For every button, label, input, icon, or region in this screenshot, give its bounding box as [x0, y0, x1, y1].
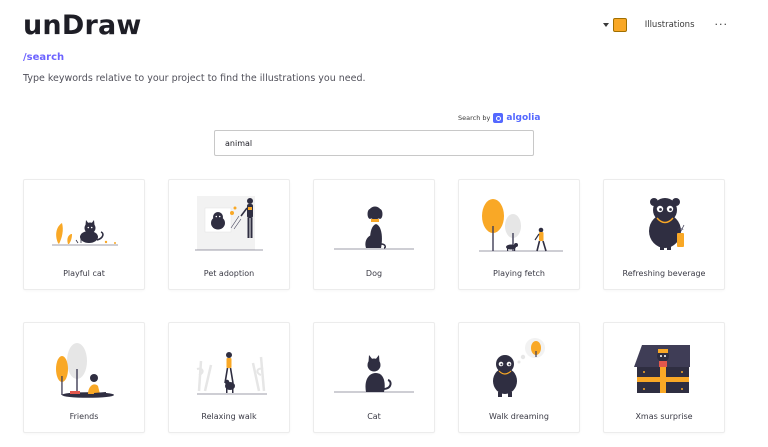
algolia-logo-icon	[493, 113, 504, 123]
friends-illustration	[56, 343, 114, 398]
refreshing-beverage-illustration	[649, 198, 685, 250]
illustration-title: Relaxing walk	[201, 412, 257, 421]
search-input[interactable]	[214, 130, 534, 156]
illustration-card[interactable]: Xmas surprise	[603, 322, 725, 433]
illustration-card[interactable]: Cat	[313, 322, 435, 433]
more-menu-icon[interactable]: ···	[715, 19, 729, 30]
breadcrumb: /search	[23, 52, 65, 63]
accent-color-swatch[interactable]	[612, 18, 627, 32]
illustration-title: Refreshing beverage	[622, 269, 706, 278]
illustration-title: Dog	[365, 269, 383, 278]
page-subtitle: Type keywords relative to your project t…	[23, 73, 366, 84]
cat-illustration	[334, 355, 414, 393]
pet-adoption-illustration	[195, 196, 263, 251]
illustration-card[interactable]: Friends	[23, 322, 145, 433]
search-by-algolia[interactable]: Search by algolia	[458, 113, 540, 123]
illustration-card[interactable]: Walk dreaming	[458, 322, 580, 433]
illustration-card[interactable]: Refreshing beverage	[603, 179, 725, 290]
walk-dreaming-illustration	[493, 338, 545, 397]
nav-illustrations-link[interactable]: Illustrations	[645, 20, 695, 30]
header-controls: Illustrations ···	[602, 18, 729, 32]
color-picker[interactable]	[602, 18, 627, 32]
illustration-title: Walk dreaming	[489, 412, 549, 421]
algolia-name: algolia	[506, 113, 541, 123]
illustration-card[interactable]: Playful cat	[23, 179, 145, 290]
illustration-card[interactable]: Pet adoption	[168, 179, 290, 290]
search-by-label: Search by	[458, 114, 491, 122]
illustration-title: Playing fetch	[493, 269, 545, 278]
xmas-surprise-illustration	[634, 345, 690, 393]
illustration-card[interactable]: Relaxing walk	[168, 322, 290, 433]
playing-fetch-illustration	[479, 199, 563, 252]
playful-cat-illustration	[52, 220, 118, 246]
dog-illustration	[334, 206, 414, 250]
illustration-grid: Playful cat Pet adoption Dog Playing fet…	[23, 179, 725, 433]
illustration-title: Friends	[69, 412, 99, 421]
illustration-title: Pet adoption	[203, 269, 255, 278]
undraw-logo[interactable]: unDraw	[23, 10, 142, 41]
illustration-card[interactable]: Dog	[313, 179, 435, 290]
illustration-title: Playful cat	[63, 269, 105, 278]
illustration-title: Cat	[367, 412, 381, 421]
relaxing-walk-illustration	[196, 352, 267, 395]
chevron-down-icon	[602, 23, 609, 27]
illustration-card[interactable]: Playing fetch	[458, 179, 580, 290]
illustration-title: Xmas surprise	[635, 412, 693, 421]
